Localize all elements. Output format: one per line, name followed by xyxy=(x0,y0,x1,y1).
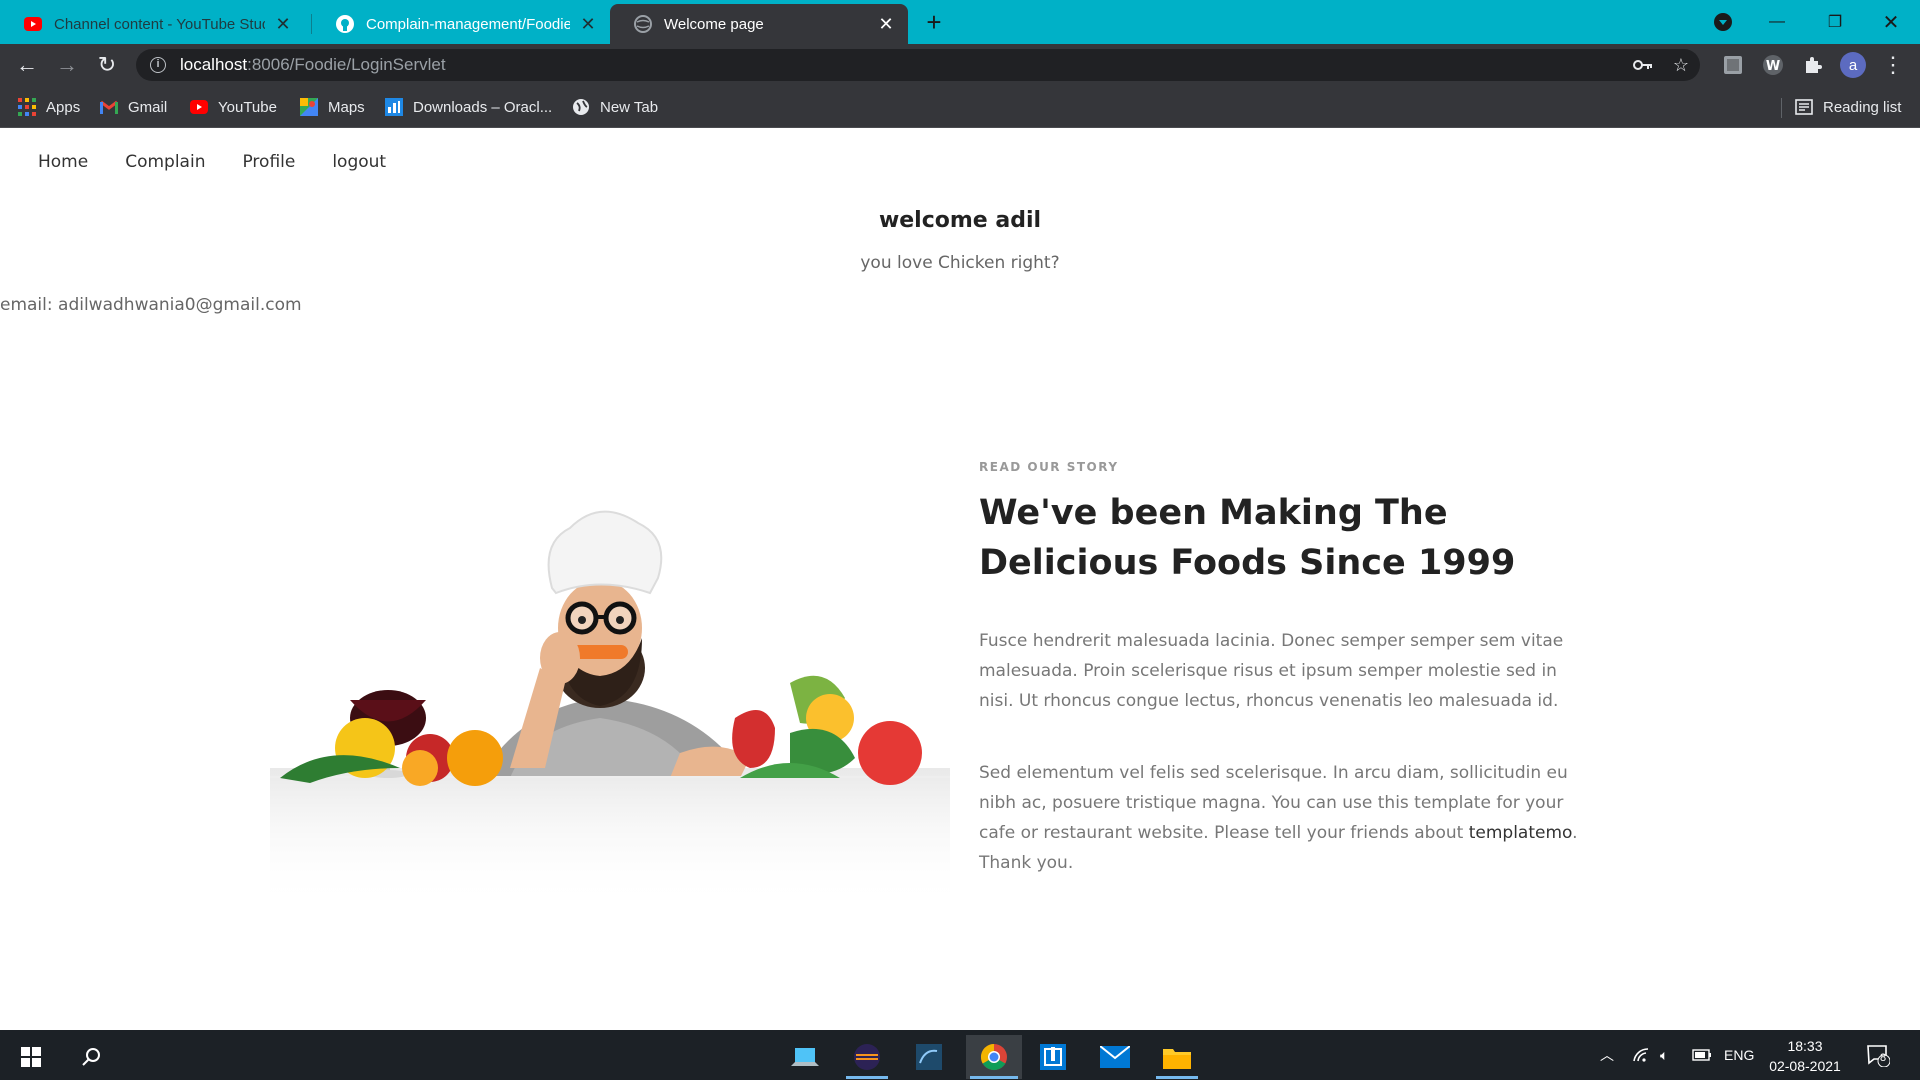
nav-home-link[interactable]: Home xyxy=(38,152,88,172)
globe-icon xyxy=(572,98,590,116)
laptop-app-icon[interactable] xyxy=(780,1035,830,1079)
menu-kebab-icon[interactable]: ⋮ xyxy=(1878,50,1908,80)
back-button[interactable]: ← xyxy=(12,50,42,80)
search-icon[interactable] xyxy=(66,1035,116,1079)
show-hidden-icons-chevron-icon[interactable]: ︿ xyxy=(1600,1030,1614,1080)
running-indicator xyxy=(970,1076,1018,1079)
running-indicator xyxy=(846,1076,888,1079)
battery-icon[interactable] xyxy=(1692,1030,1712,1080)
extension-w-icon[interactable]: W xyxy=(1758,50,1788,80)
snipping-tool-icon[interactable] xyxy=(1028,1035,1078,1079)
bookmark-downloads-oracle[interactable]: Downloads – Oracl... xyxy=(385,95,552,119)
tab-title: Complain-management/Foodie at main xyxy=(366,15,570,33)
reading-list-button[interactable]: Reading list xyxy=(1795,95,1901,119)
oracle-icon xyxy=(385,98,403,116)
close-icon[interactable]: ✕ xyxy=(578,14,598,35)
volume-icon[interactable]: 🔈︎ xyxy=(1660,1030,1668,1080)
avatar: a xyxy=(1840,52,1866,78)
tab-youtube-studio[interactable]: Channel content - YouTube Studio ✕ xyxy=(0,4,305,44)
file-explorer-icon[interactable] xyxy=(1152,1035,1202,1079)
bookmarks-divider xyxy=(1781,98,1782,118)
chef-image xyxy=(270,468,950,1068)
clock[interactable]: 18:33 02-08-2021 xyxy=(1760,1036,1850,1076)
mail-icon[interactable] xyxy=(1090,1035,1140,1079)
windows-start-icon[interactable] xyxy=(6,1035,56,1079)
address-bar[interactable]: i localhost:8006/Foodie/LoginServlet ☆ xyxy=(136,49,1700,81)
youtube-icon xyxy=(24,15,42,33)
site-nav: Home Complain Profile logout xyxy=(38,152,423,172)
window-close-button[interactable]: ✕ xyxy=(1862,0,1920,44)
minimize-button[interactable]: — xyxy=(1748,0,1806,44)
running-indicator xyxy=(1156,1076,1198,1079)
web-page: Home Complain Profile logout welcome adi… xyxy=(0,128,1920,1030)
mysql-workbench-icon[interactable] xyxy=(904,1035,954,1079)
welcome-heading: welcome adil xyxy=(878,208,1042,233)
email-value: adilwadhwania0@gmail.com xyxy=(58,295,302,315)
story-paragraph-1: Fusce hendrerit malesuada lacinia. Donec… xyxy=(979,631,1564,711)
url-path: :8006/Foodie/LoginServlet xyxy=(247,55,446,74)
notification-center-icon[interactable]: 8 xyxy=(1866,1030,1890,1080)
bookmark-label: Gmail xyxy=(128,98,168,116)
reload-button[interactable]: ↻ xyxy=(92,50,122,80)
puzzle-icon[interactable] xyxy=(1798,50,1828,80)
templatemo-link[interactable]: templatemo xyxy=(1469,823,1572,843)
close-icon[interactable]: ✕ xyxy=(273,14,293,35)
wifi-icon[interactable] xyxy=(1632,1030,1650,1080)
email-label: email: xyxy=(0,295,53,315)
url-host: localhost xyxy=(180,55,248,74)
browser-toolbar: ← → ↻ i localhost:8006/Foodie/LoginServl… xyxy=(0,44,1920,86)
windows-taskbar: ︿ 🔈︎ ENG 18:33 02-08-2021 8 xyxy=(0,1030,1920,1080)
github-icon xyxy=(336,15,354,33)
site-info-icon[interactable]: i xyxy=(150,57,166,73)
close-icon[interactable]: ✕ xyxy=(876,14,896,35)
reading-list-icon xyxy=(1795,98,1813,116)
youtube-icon xyxy=(190,98,208,116)
nav-profile-link[interactable]: Profile xyxy=(242,152,295,172)
maps-icon xyxy=(300,98,318,116)
bookmark-label: Maps xyxy=(328,98,365,116)
nav-complain-link[interactable]: Complain xyxy=(125,152,205,172)
notification-count: 8 xyxy=(1880,1052,1887,1064)
bookmark-label: YouTube xyxy=(218,98,277,116)
restore-button[interactable]: ❐ xyxy=(1806,0,1864,44)
svg-text:W: W xyxy=(1766,59,1780,74)
chrome-icon[interactable] xyxy=(966,1035,1022,1079)
bookmark-new-tab[interactable]: New Tab xyxy=(572,95,658,119)
story-title: We've been Making The Delicious Foods Si… xyxy=(979,493,1516,583)
tab-search-button[interactable] xyxy=(1694,0,1752,44)
bookmark-apps[interactable]: Apps xyxy=(18,95,80,119)
eclipse-icon[interactable] xyxy=(842,1035,892,1079)
tab-welcome-page[interactable]: Welcome page ✕ xyxy=(610,4,908,44)
tab-title: Welcome page xyxy=(664,15,764,33)
tab-github[interactable]: Complain-management/Foodie at main ✕ xyxy=(312,4,610,44)
bookmarks-bar: Apps Gmail YouTube Maps Downloads – Orac… xyxy=(0,86,1920,128)
tagline: you love Chicken right? xyxy=(860,253,1060,273)
bookmark-maps[interactable]: Maps xyxy=(300,95,365,119)
key-icon[interactable] xyxy=(1628,50,1658,80)
chevron-down-icon xyxy=(1714,13,1732,31)
story-kicker: READ OUR STORY xyxy=(979,460,1119,474)
clock-time: 18:33 xyxy=(1787,1038,1823,1054)
tab-title: Channel content - YouTube Studio xyxy=(54,15,265,33)
apps-grid-icon xyxy=(18,98,36,116)
email-line: email: adilwadhwania0@gmail.com xyxy=(0,295,302,315)
extension-square-icon[interactable] xyxy=(1718,50,1748,80)
tab-strip: Channel content - YouTube Studio ✕ Compl… xyxy=(0,0,1920,44)
profile-avatar[interactable]: a xyxy=(1838,50,1868,80)
bookmark-youtube[interactable]: YouTube xyxy=(190,95,277,119)
nav-logout-link[interactable]: logout xyxy=(332,152,386,172)
new-tab-button[interactable]: + xyxy=(920,8,948,36)
bookmark-label: New Tab xyxy=(600,98,659,116)
gmail-icon xyxy=(100,98,118,116)
globe-icon xyxy=(634,15,652,33)
reading-list-label: Reading list xyxy=(1823,98,1902,116)
star-icon[interactable]: ☆ xyxy=(1666,50,1696,80)
bookmark-label: Downloads – Oracl... xyxy=(413,98,553,116)
story-paragraph-2: Sed elementum vel felis sed scelerisque.… xyxy=(979,758,1579,878)
bookmark-label: Apps xyxy=(46,98,81,116)
clock-date: 02-08-2021 xyxy=(1769,1058,1841,1074)
forward-button[interactable]: → xyxy=(52,50,82,80)
language-indicator[interactable]: ENG xyxy=(1724,1030,1754,1080)
bookmark-gmail[interactable]: Gmail xyxy=(100,95,167,119)
